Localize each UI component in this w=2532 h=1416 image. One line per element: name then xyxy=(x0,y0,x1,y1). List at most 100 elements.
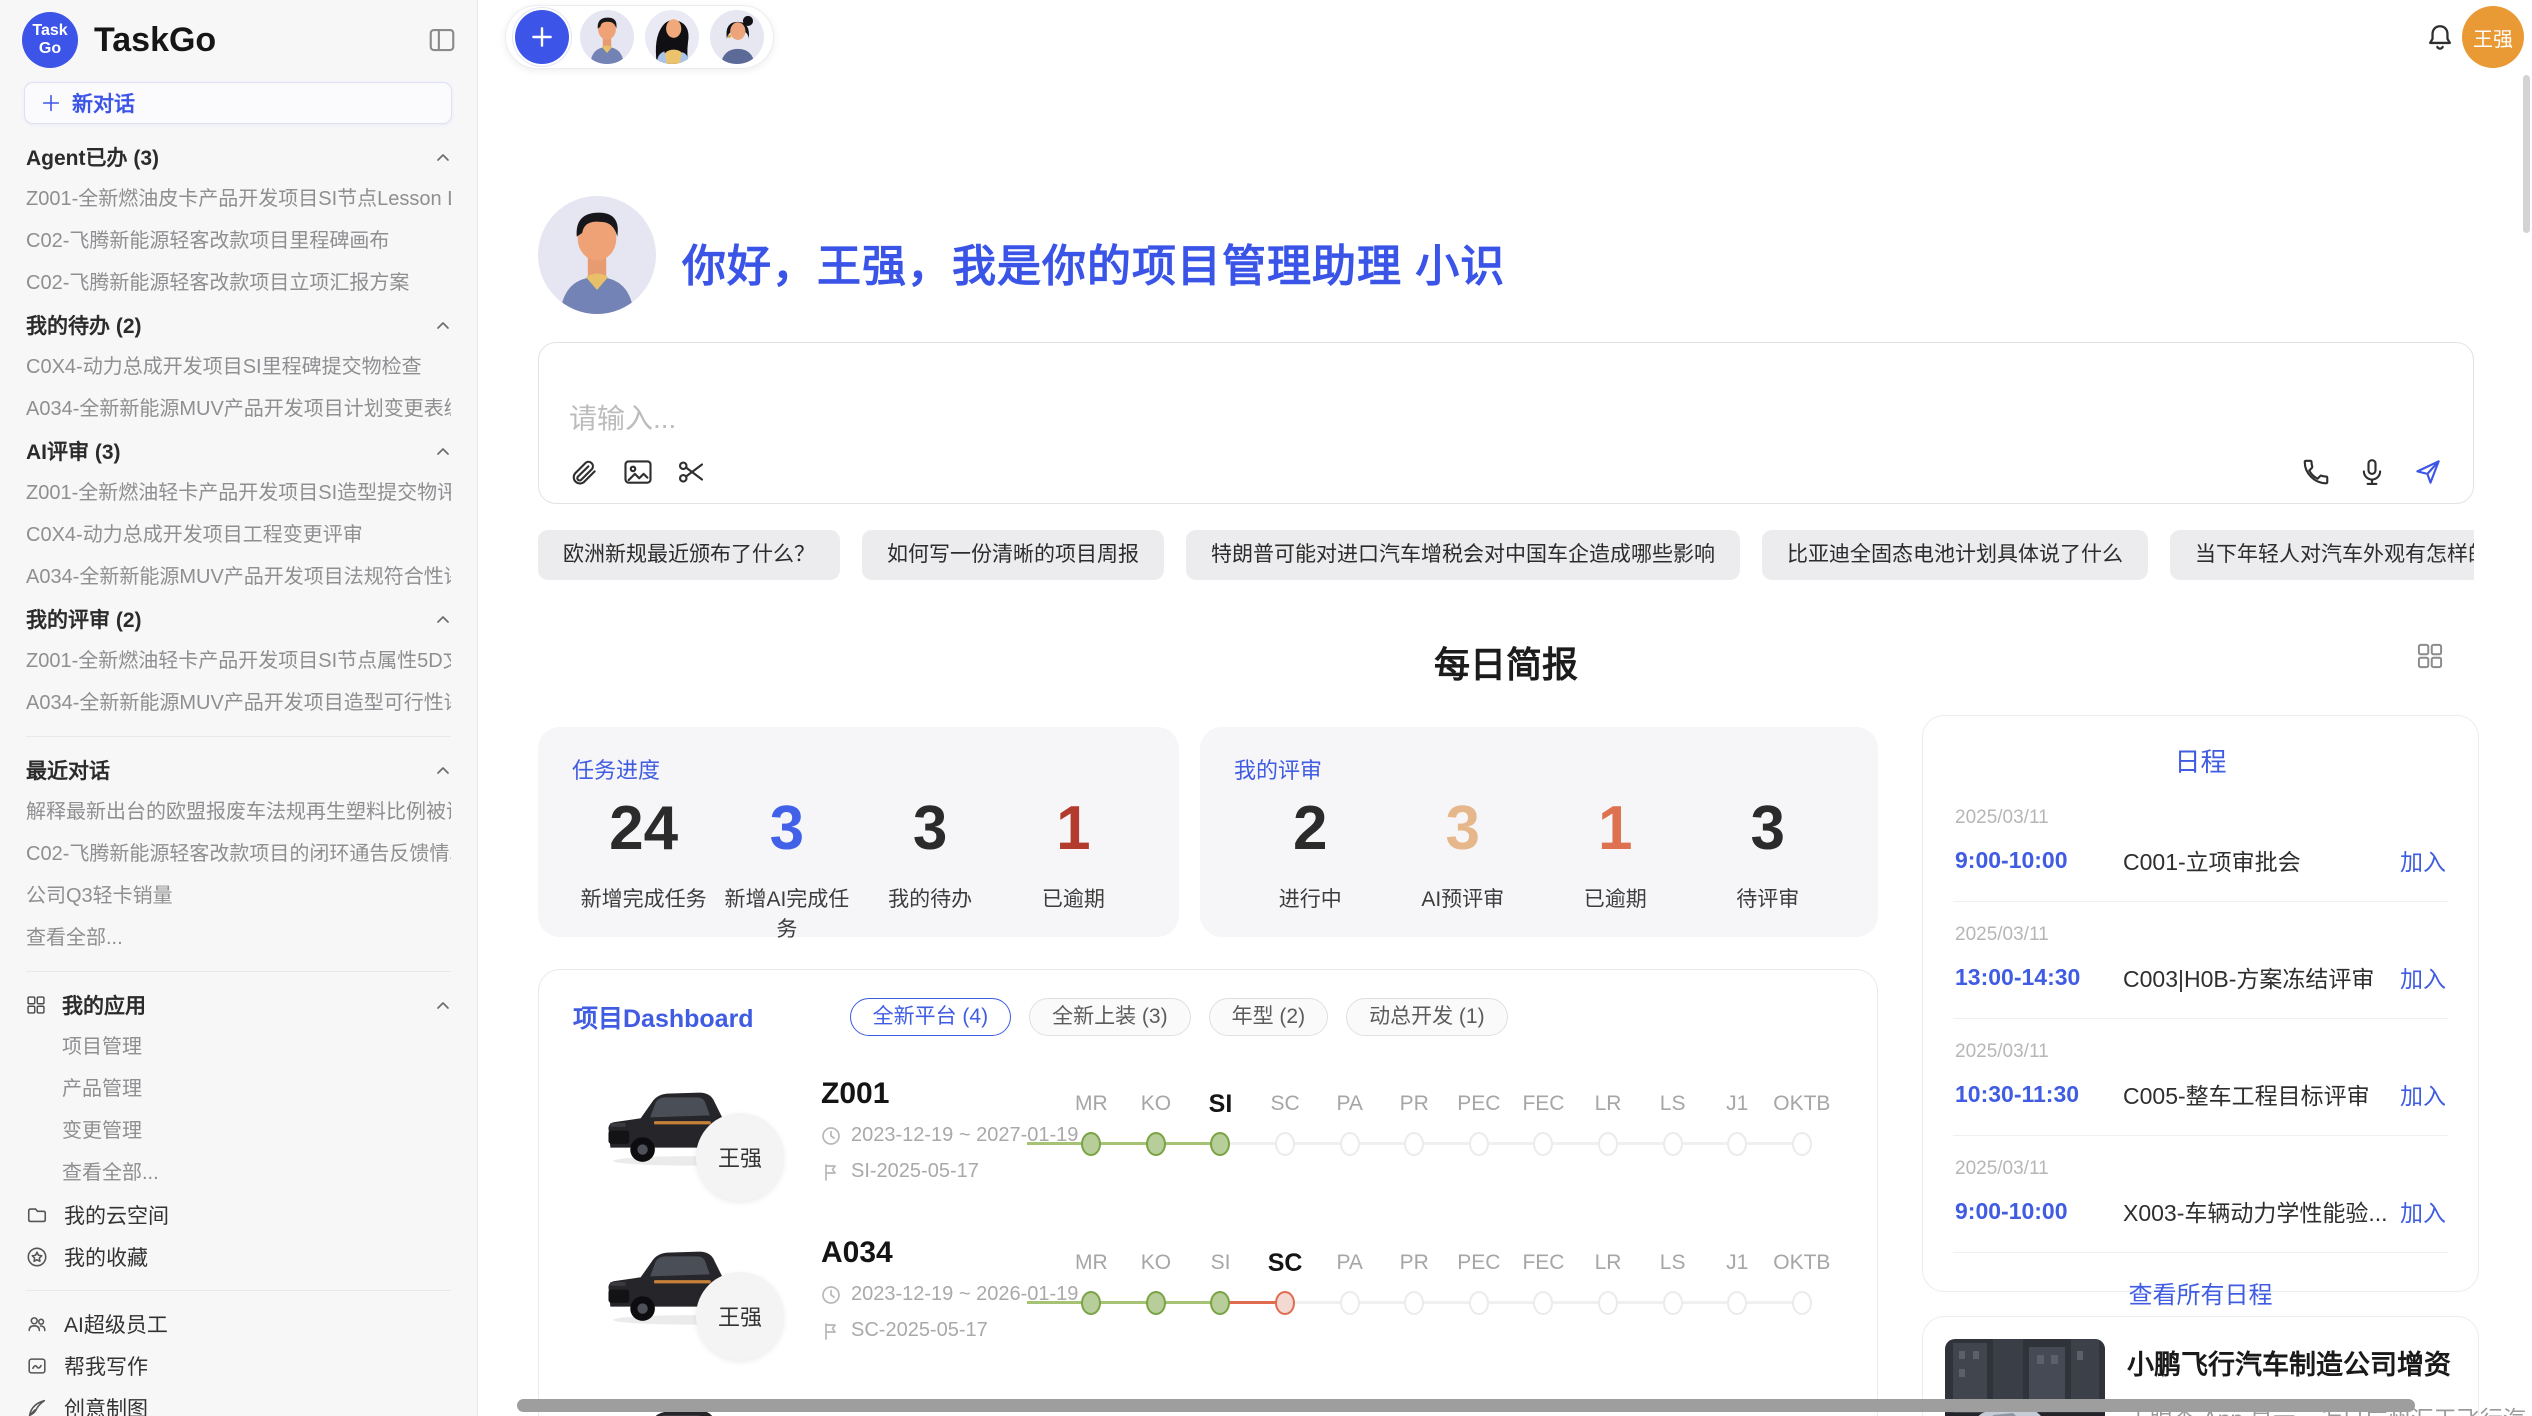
milestone-node xyxy=(1146,1132,1166,1156)
app-item[interactable]: 项目管理 xyxy=(26,1026,451,1068)
my-review-card: 我的评审 2 进行中 3 AI预评审 1 已逾期 3 xyxy=(1200,727,1878,937)
sidebar-item[interactable]: Z001-全新燃油轻卡产品开发项目SI节点属性5D文件评审 xyxy=(26,640,451,682)
scissors-icon[interactable] xyxy=(677,457,707,487)
schedule-event: 2025/03/11 9:00-10:00 X003-车辆动力学性能验... 加… xyxy=(1953,1136,2448,1253)
milestone-label: J1 xyxy=(1705,1087,1770,1121)
collapse-sidebar-icon[interactable] xyxy=(427,25,457,55)
view-all-schedule-link[interactable]: 查看所有日程 xyxy=(1953,1275,2448,1310)
sidebar-item[interactable]: A034-全新新能源MUV产品开发项目造型可行性评审 xyxy=(26,682,451,724)
sidebar-item[interactable]: C02-飞腾新能源轻客改款项目立项汇报方案 xyxy=(26,262,451,304)
attachment-icon[interactable] xyxy=(569,457,599,487)
sidebar-item[interactable]: A034-全新新能源MUV产品开发项目计划变更表编写 xyxy=(26,388,451,430)
suggestion-chips: 欧洲新规最近颁布了什么？ 如何写一份清晰的项目周报特朗普可能对进口汽车增税会对中国… xyxy=(538,530,2474,580)
sidebar-section-agent-done[interactable]: Agent已办 (3) xyxy=(26,136,451,178)
dashboard-tab[interactable]: 年型 (2) xyxy=(1209,998,1329,1036)
schedule-event: 2025/03/11 9:00-10:00 C001-立项审批会 加入 xyxy=(1953,785,2448,902)
dashboard-tab[interactable]: 全新平台 (4) xyxy=(850,998,1012,1036)
sidebar-list: Z001-全新燃油轻卡产品开发项目SI造型提交物评审C0X4-动力总成开发项目工… xyxy=(26,472,451,598)
dashboard-tabs: 全新平台 (4) 全新上装 (3) 年型 (2) 动总开发 (1) xyxy=(850,998,1508,1036)
dashboard-tab[interactable]: 动总开发 (1) xyxy=(1346,998,1508,1036)
section-title: AI评审 (3) xyxy=(26,436,121,466)
milestone-label: PR xyxy=(1382,1087,1447,1121)
milestone-timeline: MR KO SI SC xyxy=(1059,1087,1834,1173)
user-avatar[interactable]: 王强 xyxy=(2462,6,2524,68)
agent-avatar-2[interactable] xyxy=(645,10,699,64)
sidebar-item-creative-draw[interactable]: 创意制图 xyxy=(0,1387,477,1416)
add-agent-button[interactable] xyxy=(515,10,569,64)
milestone: LS xyxy=(1640,1087,1705,1173)
milestone: MR xyxy=(1059,1246,1124,1332)
horizontal-scrollbar[interactable] xyxy=(517,1399,2415,1412)
microphone-icon[interactable] xyxy=(2357,457,2387,487)
sidebar-item[interactable]: A034-全新新能源MUV产品开发项目法规符合性评审 xyxy=(26,556,451,598)
milestone-node xyxy=(1469,1132,1489,1156)
new-chat-button[interactable]: 新对话 xyxy=(24,82,452,124)
app-item[interactable]: 变更管理 xyxy=(26,1110,451,1152)
project-row-z001[interactable]: 王强 Z001 2023-12-19 ~ 2027-01-19 SI-2025-… xyxy=(539,1075,1877,1205)
suggestion-chip[interactable]: 特朗普可能对进口汽车增税会对中国车企造成哪些影响 xyxy=(1186,530,1740,580)
recent-conversation-item[interactable]: 解释最新出台的欧盟报废车法规再生塑料比例被调至15%... xyxy=(26,791,451,833)
chat-input[interactable] xyxy=(569,397,2169,445)
agent-avatar-1[interactable] xyxy=(580,10,634,64)
milestone-node xyxy=(1469,1291,1489,1315)
send-icon[interactable] xyxy=(2413,457,2443,487)
sidebar-item[interactable]: C0X4-动力总成开发项目SI里程碑提交物检查 xyxy=(26,346,451,388)
suggestion-chip[interactable]: 如何写一份清晰的项目周报 xyxy=(862,530,1164,580)
logo-text-top: Task xyxy=(32,22,67,40)
suggestion-chip[interactable]: 欧洲新规最近颁布了什么？ xyxy=(538,530,840,580)
app-item[interactable]: 产品管理 xyxy=(26,1068,451,1110)
sidebar-item[interactable]: C02-飞腾新能源轻客改款项目里程碑画布 xyxy=(26,220,451,262)
notification-bell-icon[interactable] xyxy=(2424,21,2456,55)
chevron-up-icon xyxy=(435,764,451,776)
join-button[interactable]: 加入 xyxy=(2400,843,2446,877)
milestone: PEC xyxy=(1447,1087,1512,1173)
milestone-node xyxy=(1275,1291,1295,1315)
milestone: SC xyxy=(1253,1087,1318,1173)
stat: 3 新增AI完成任务 xyxy=(715,793,858,943)
agent-avatar-3[interactable] xyxy=(710,10,764,64)
sidebar-section-recent[interactable]: 最近对话 xyxy=(26,749,451,791)
suggestion-chip[interactable]: 当下年轻人对汽车外观有怎样的喜好趋势 xyxy=(2170,530,2474,580)
stat-value: 24 xyxy=(572,793,715,865)
sidebar-item-help-write[interactable]: 帮我写作 xyxy=(0,1345,477,1387)
dashboard-tab[interactable]: 全新上装 (3) xyxy=(1029,998,1191,1036)
sidebar-section-my-todo[interactable]: 我的待办 (2) xyxy=(26,304,451,346)
join-button[interactable]: 加入 xyxy=(2400,1077,2446,1111)
milestone: J1 xyxy=(1705,1087,1770,1173)
milestone: FEC xyxy=(1511,1087,1576,1173)
join-button[interactable]: 加入 xyxy=(2400,1194,2446,1228)
sidebar-section-ai-review[interactable]: AI评审 (3) xyxy=(26,430,451,472)
event-title: C003|H0B-方案冻结评审 xyxy=(2123,960,2400,994)
plus-icon xyxy=(40,92,62,114)
dashboard-header: 项目Dashboard 全新平台 (4)全新上装 (3)年型 (2)动总开发 (… xyxy=(539,970,1877,1036)
milestone: LS xyxy=(1640,1246,1705,1332)
app-item[interactable]: 查看全部... xyxy=(26,1152,451,1194)
join-button[interactable]: 加入 xyxy=(2400,960,2446,994)
suggestion-chip[interactable]: 比亚迪全固态电池计划具体说了什么 xyxy=(1762,530,2148,580)
schedule-card: 日程 2025/03/11 9:00-10:00 C001-立项审批会 加入 2… xyxy=(1922,715,2479,1292)
flag-icon xyxy=(821,1162,841,1182)
sidebar-item-favorites[interactable]: 我的收藏 xyxy=(0,1236,477,1278)
layout-grid-icon[interactable] xyxy=(2416,642,2444,670)
stat-label: 新增AI完成任务 xyxy=(715,883,858,943)
sidebar-item-ai-employee[interactable]: AI超级员工 xyxy=(0,1303,477,1345)
phone-icon[interactable] xyxy=(2301,457,2331,487)
recent-conversation-item[interactable]: C02-飞腾新能源轻客改款项目的闭环通告反馈情况 xyxy=(26,833,451,875)
project-row-a034[interactable]: 王强 A034 2023-12-19 ~ 2026-01-19 SC-2025-… xyxy=(539,1234,1877,1364)
sidebar-item[interactable]: Z001-全新燃油皮卡产品开发项目SI节点Lesson Learn报告 xyxy=(26,178,451,220)
sidebar-item[interactable]: C0X4-动力总成开发项目工程变更评审 xyxy=(26,514,451,556)
sidebar-section-my-review[interactable]: 我的评审 (2) xyxy=(26,598,451,640)
vertical-scrollbar[interactable] xyxy=(2523,75,2530,233)
sidebar-item[interactable]: Z001-全新燃油轻卡产品开发项目SI造型提交物评审 xyxy=(26,472,451,514)
assistant-avatar xyxy=(538,196,656,314)
recent-conversation-item[interactable]: 查看全部... xyxy=(26,917,451,959)
stat-value: 3 xyxy=(1387,793,1540,865)
sidebar-section-my-apps[interactable]: 我的应用 xyxy=(26,984,451,1026)
milestone: OKTB xyxy=(1770,1246,1835,1332)
image-icon[interactable] xyxy=(623,457,653,487)
milestone-label: LR xyxy=(1576,1246,1641,1280)
sidebar-item-cloud-space[interactable]: 我的云空间 xyxy=(0,1194,477,1236)
event-time: 10:30-11:30 xyxy=(1955,1081,2123,1108)
recent-conversation-item[interactable]: 公司Q3轻卡销量 xyxy=(26,875,451,917)
chat-composer xyxy=(538,342,2474,504)
